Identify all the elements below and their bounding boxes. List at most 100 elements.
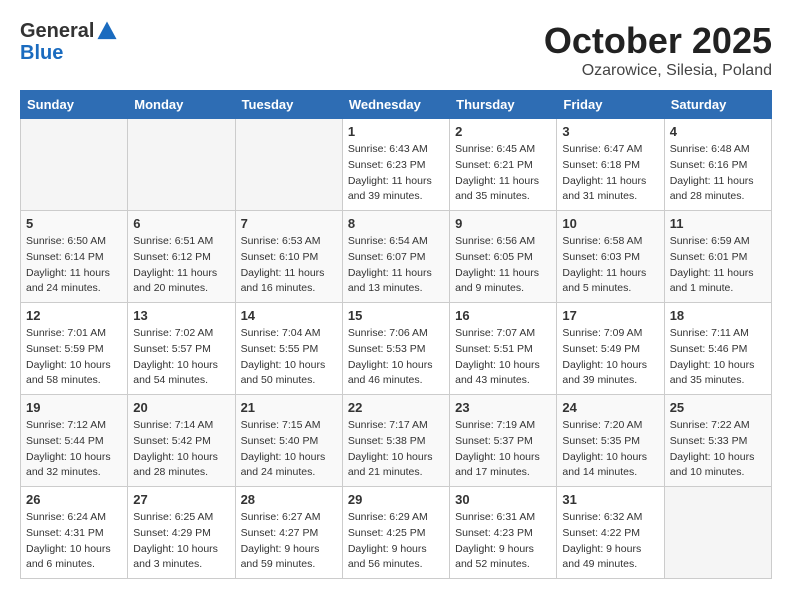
- day-number: 28: [241, 492, 337, 507]
- day-cell: [235, 119, 342, 211]
- col-header-sunday: Sunday: [21, 91, 128, 119]
- day-number: 14: [241, 308, 337, 323]
- col-header-friday: Friday: [557, 91, 664, 119]
- day-cell: 22Sunrise: 7:17 AMSunset: 5:38 PMDayligh…: [342, 395, 449, 487]
- logo-blue: Blue: [20, 42, 63, 64]
- day-number: 17: [562, 308, 658, 323]
- day-detail: Sunrise: 7:14 AMSunset: 5:42 PMDaylight:…: [133, 418, 229, 481]
- day-detail: Sunrise: 6:48 AMSunset: 6:16 PMDaylight:…: [670, 142, 766, 205]
- col-header-saturday: Saturday: [664, 91, 771, 119]
- day-cell: 18 Sunrise: 7:11 AMSunset: 5:46 PMDayligh…: [664, 303, 771, 395]
- col-header-wednesday: Wednesday: [342, 91, 449, 119]
- day-number: 31: [562, 492, 658, 507]
- day-cell: 11 Sunrise: 6:59 AMSunset: 6:01 PMDayligh…: [664, 211, 771, 303]
- location: Ozarowice, Silesia, Poland: [544, 62, 772, 80]
- day-detail: Sunrise: 7:22 AMSunset: 5:33 PMDaylight:…: [670, 418, 766, 481]
- day-cell: 19 Sunrise: 7:12 AMSunset: 5:44 PMDayligh…: [21, 395, 128, 487]
- day-cell: 31 Sunrise: 6:32 AMSunset: 4:22 PMDayligh…: [557, 487, 664, 579]
- day-number: 16: [455, 308, 551, 323]
- day-detail: Sunrise: 7:04 AMSunset: 5:55 PMDaylight:…: [241, 326, 337, 389]
- day-number: 11: [670, 216, 766, 231]
- week-row-5: 26Sunrise: 6:24 AMSunset: 4:31 PMDayligh…: [21, 487, 772, 579]
- day-number: 24: [562, 400, 658, 415]
- day-cell: 23Sunrise: 7:19 AMSunset: 5:37 PMDayligh…: [450, 395, 557, 487]
- day-cell: 4Sunrise: 6:48 AMSunset: 6:16 PMDaylight…: [664, 119, 771, 211]
- day-number: 12: [26, 308, 122, 323]
- day-detail: Sunrise: 6:47 AMSunset: 6:18 PMDaylight:…: [562, 142, 658, 205]
- day-number: 18: [670, 308, 766, 323]
- day-cell: 29 Sunrise: 6:29 AMSunset: 4:25 PMDayligh…: [342, 487, 449, 579]
- day-cell: 15Sunrise: 7:06 AMSunset: 5:53 PMDayligh…: [342, 303, 449, 395]
- day-number: 19: [26, 400, 122, 415]
- day-detail: Sunrise: 6:32 AMSunset: 4:22 PMDaylight:…: [562, 510, 658, 573]
- day-number: 8: [348, 216, 444, 231]
- week-row-2: 5Sunrise: 6:50 AMSunset: 6:14 PMDaylight…: [21, 211, 772, 303]
- day-number: 21: [241, 400, 337, 415]
- day-cell: 27 Sunrise: 6:25 AMSunset: 4:29 PMDayligh…: [128, 487, 235, 579]
- day-number: 27: [133, 492, 229, 507]
- day-cell: 5Sunrise: 6:50 AMSunset: 6:14 PMDaylight…: [21, 211, 128, 303]
- day-number: 2: [455, 124, 551, 139]
- day-number: 20: [133, 400, 229, 415]
- day-cell: 8 Sunrise: 6:54 AMSunset: 6:07 PMDaylight…: [342, 211, 449, 303]
- day-number: 9: [455, 216, 551, 231]
- day-detail: Sunrise: 6:54 AMSunset: 6:07 PMDaylight:…: [348, 234, 444, 297]
- day-number: 30: [455, 492, 551, 507]
- day-detail: Sunrise: 7:12 AMSunset: 5:44 PMDaylight:…: [26, 418, 122, 481]
- day-cell: 14 Sunrise: 7:04 AMSunset: 5:55 PMDayligh…: [235, 303, 342, 395]
- day-detail: Sunrise: 6:58 AMSunset: 6:03 PMDaylight:…: [562, 234, 658, 297]
- week-row-1: 1 Sunrise: 6:43 AMSunset: 6:23 PMDaylight…: [21, 119, 772, 211]
- day-cell: 7Sunrise: 6:53 AMSunset: 6:10 PMDaylight…: [235, 211, 342, 303]
- day-cell: 25Sunrise: 7:22 AMSunset: 5:33 PMDayligh…: [664, 395, 771, 487]
- header-row: SundayMondayTuesdayWednesdayThursdayFrid…: [21, 91, 772, 119]
- day-cell: 17 Sunrise: 7:09 AMSunset: 5:49 PMDayligh…: [557, 303, 664, 395]
- day-detail: Sunrise: 6:31 AMSunset: 4:23 PMDaylight:…: [455, 510, 551, 573]
- day-number: 10: [562, 216, 658, 231]
- day-cell: 12 Sunrise: 7:01 AMSunset: 5:59 PMDayligh…: [21, 303, 128, 395]
- day-cell: [128, 119, 235, 211]
- day-cell: 21 Sunrise: 7:15 AMSunset: 5:40 PMDayligh…: [235, 395, 342, 487]
- day-detail: Sunrise: 6:43 AMSunset: 6:23 PMDaylight:…: [348, 142, 444, 205]
- day-detail: Sunrise: 7:09 AMSunset: 5:49 PMDaylight:…: [562, 326, 658, 389]
- day-cell: 10 Sunrise: 6:58 AMSunset: 6:03 PMDayligh…: [557, 211, 664, 303]
- week-row-3: 12 Sunrise: 7:01 AMSunset: 5:59 PMDayligh…: [21, 303, 772, 395]
- day-detail: Sunrise: 6:27 AMSunset: 4:27 PMDaylight:…: [241, 510, 337, 573]
- day-detail: Sunrise: 7:15 AMSunset: 5:40 PMDaylight:…: [241, 418, 337, 481]
- day-cell: [664, 487, 771, 579]
- day-number: 6: [133, 216, 229, 231]
- col-header-tuesday: Tuesday: [235, 91, 342, 119]
- day-number: 1: [348, 124, 444, 139]
- day-detail: Sunrise: 7:11 AMSunset: 5:46 PMDaylight:…: [670, 326, 766, 389]
- day-cell: 28 Sunrise: 6:27 AMSunset: 4:27 PMDayligh…: [235, 487, 342, 579]
- day-cell: 2 Sunrise: 6:45 AMSunset: 6:21 PMDaylight…: [450, 119, 557, 211]
- day-detail: Sunrise: 6:29 AMSunset: 4:25 PMDaylight:…: [348, 510, 444, 573]
- logo-general: General: [20, 20, 94, 42]
- logo: General Blue: [20, 20, 118, 64]
- col-header-thursday: Thursday: [450, 91, 557, 119]
- day-detail: Sunrise: 7:01 AMSunset: 5:59 PMDaylight:…: [26, 326, 122, 389]
- day-detail: Sunrise: 7:07 AMSunset: 5:51 PMDaylight:…: [455, 326, 551, 389]
- day-cell: 30 Sunrise: 6:31 AMSunset: 4:23 PMDayligh…: [450, 487, 557, 579]
- day-cell: [21, 119, 128, 211]
- col-header-monday: Monday: [128, 91, 235, 119]
- day-detail: Sunrise: 6:45 AMSunset: 6:21 PMDaylight:…: [455, 142, 551, 205]
- day-number: 26: [26, 492, 122, 507]
- day-detail: Sunrise: 7:20 AMSunset: 5:35 PMDaylight:…: [562, 418, 658, 481]
- week-row-4: 19 Sunrise: 7:12 AMSunset: 5:44 PMDayligh…: [21, 395, 772, 487]
- day-number: 13: [133, 308, 229, 323]
- day-detail: Sunrise: 6:25 AMSunset: 4:29 PMDaylight:…: [133, 510, 229, 573]
- day-cell: 1 Sunrise: 6:43 AMSunset: 6:23 PMDaylight…: [342, 119, 449, 211]
- day-cell: 13 Sunrise: 7:02 AMSunset: 5:57 PMDayligh…: [128, 303, 235, 395]
- day-detail: Sunrise: 7:19 AMSunset: 5:37 PMDaylight:…: [455, 418, 551, 481]
- day-detail: Sunrise: 7:02 AMSunset: 5:57 PMDaylight:…: [133, 326, 229, 389]
- day-cell: 20 Sunrise: 7:14 AMSunset: 5:42 PMDayligh…: [128, 395, 235, 487]
- day-detail: Sunrise: 7:17 AMSunset: 5:38 PMDaylight:…: [348, 418, 444, 481]
- day-detail: Sunrise: 6:59 AMSunset: 6:01 PMDaylight:…: [670, 234, 766, 297]
- title-block: October 2025 Ozarowice, Silesia, Poland: [544, 20, 772, 80]
- day-number: 15: [348, 308, 444, 323]
- day-cell: 26Sunrise: 6:24 AMSunset: 4:31 PMDayligh…: [21, 487, 128, 579]
- day-number: 29: [348, 492, 444, 507]
- day-number: 3: [562, 124, 658, 139]
- calendar-table: SundayMondayTuesdayWednesdayThursdayFrid…: [20, 90, 772, 579]
- day-number: 5: [26, 216, 122, 231]
